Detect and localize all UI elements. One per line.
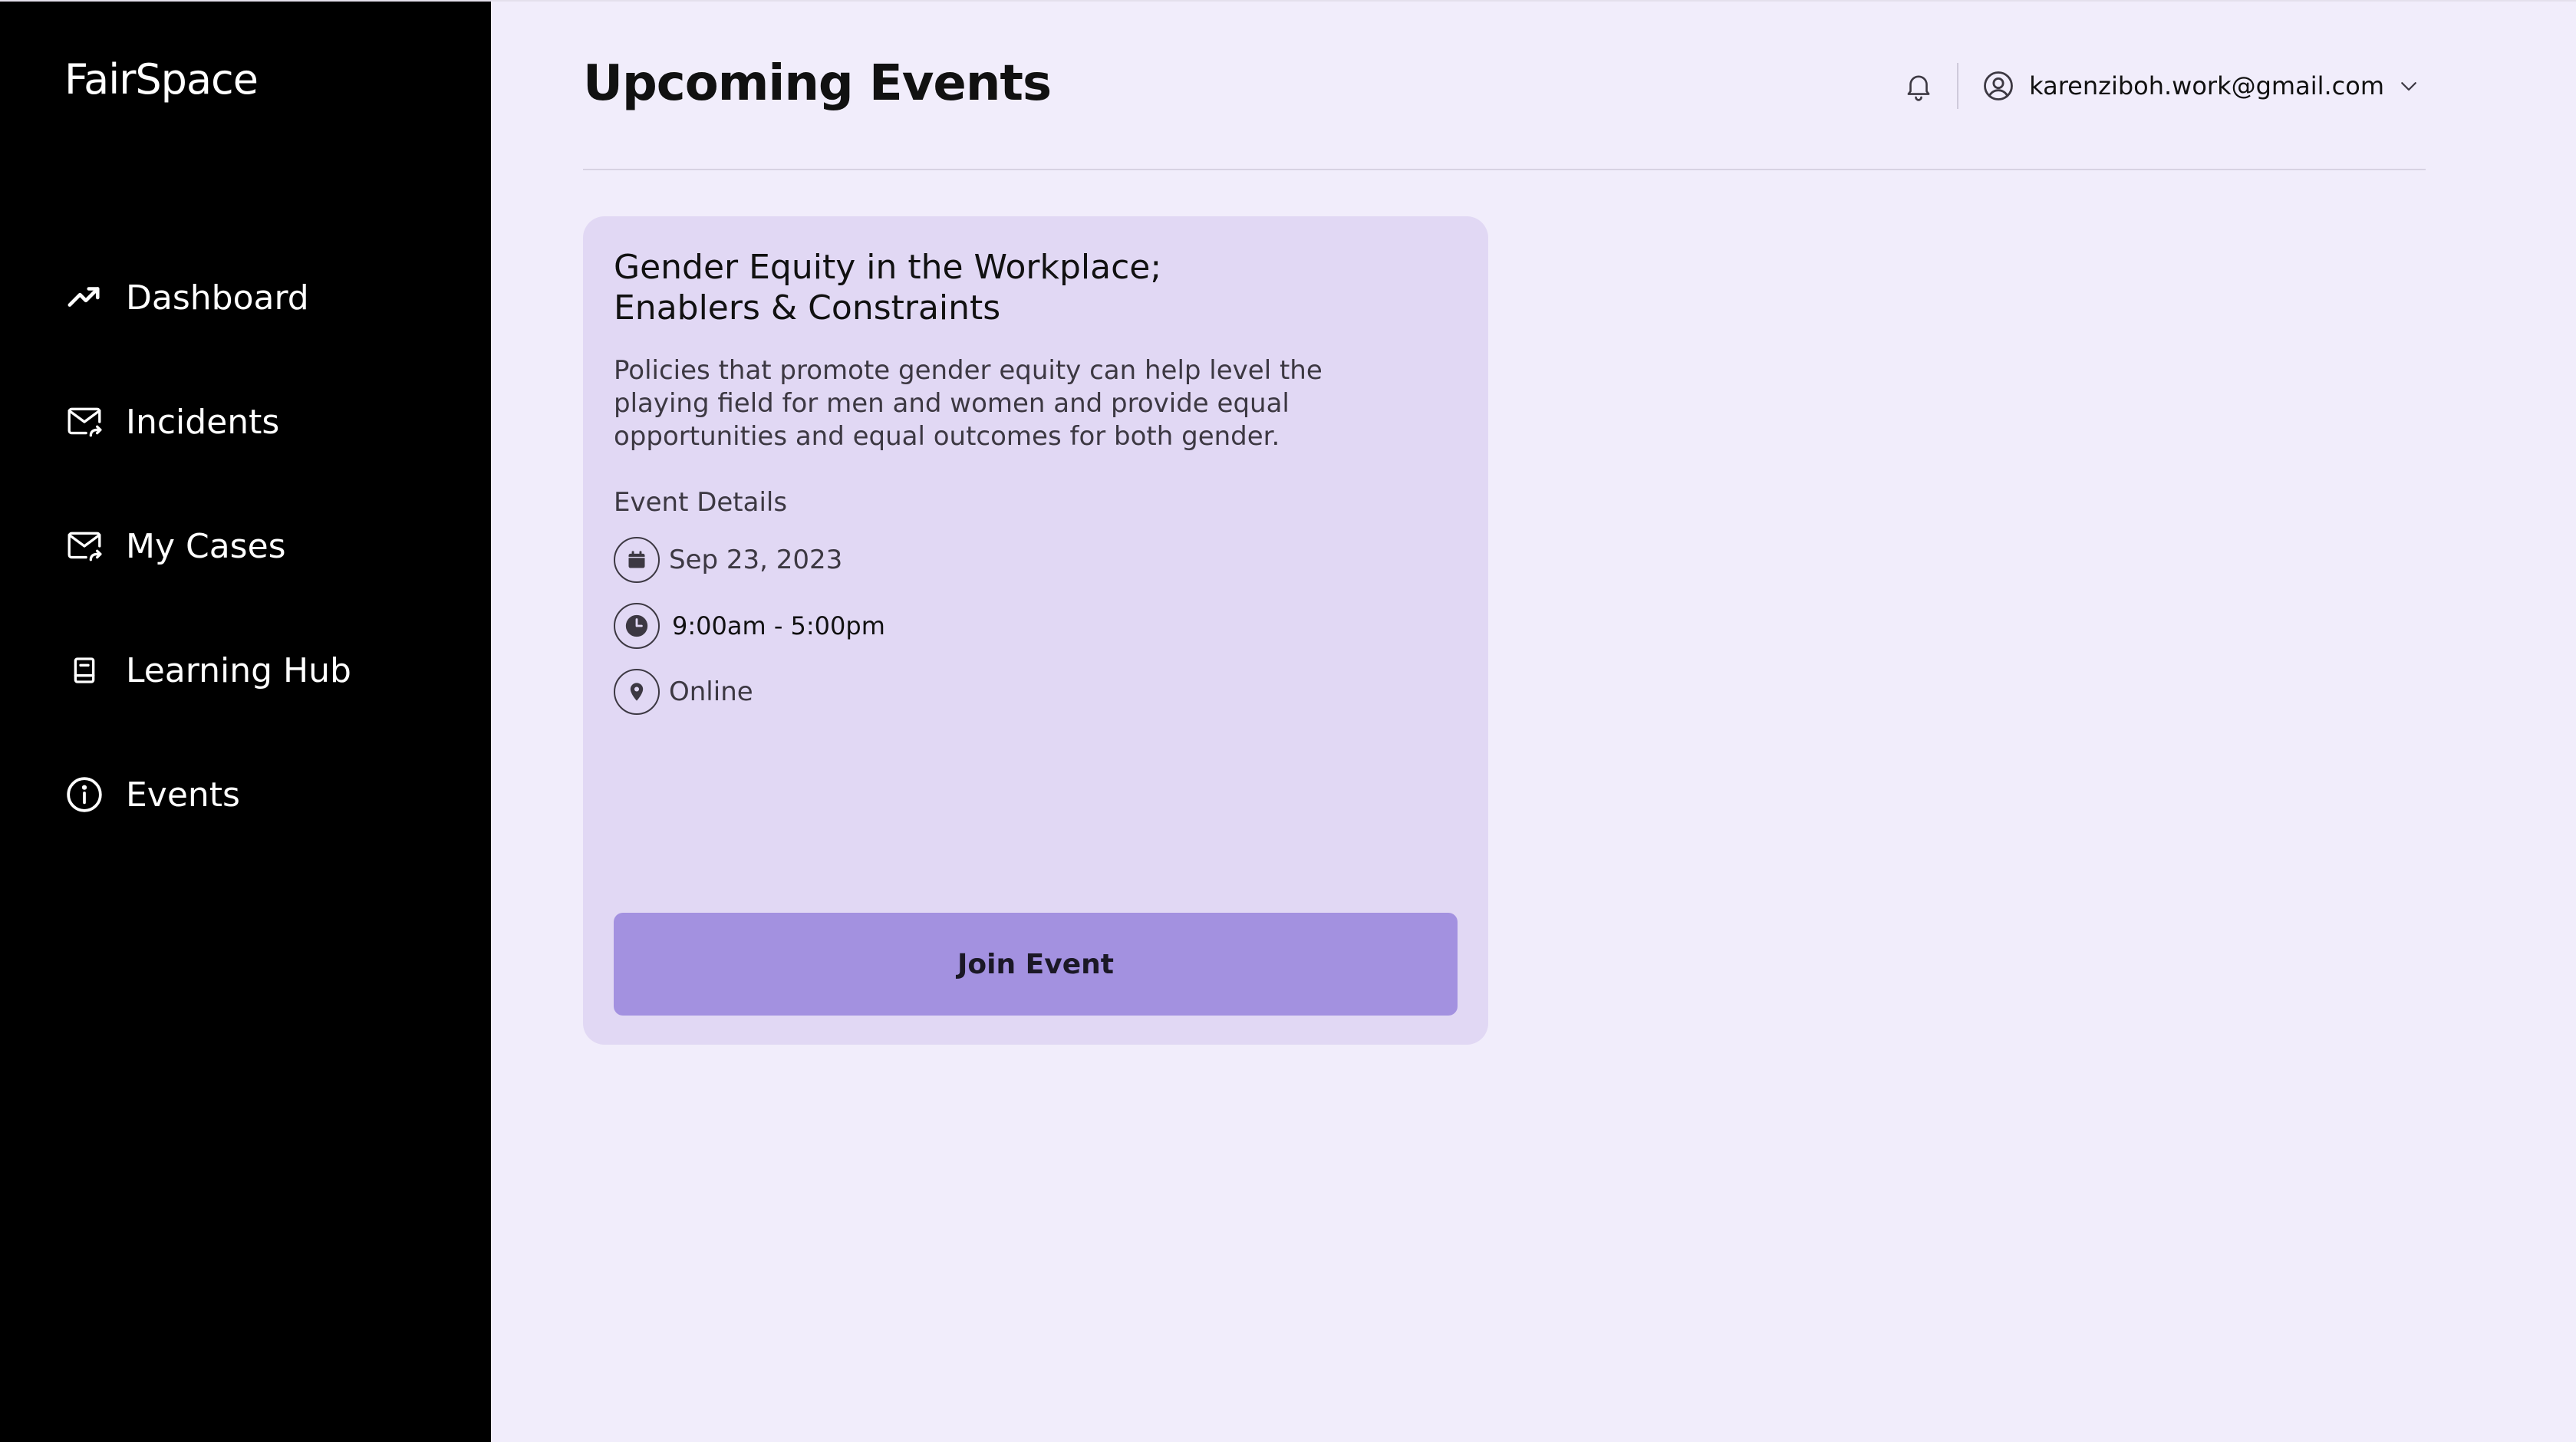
header-divider [1957,63,1959,109]
clock-icon [614,603,660,649]
sidebar-item-dashboard[interactable]: Dashboard [64,275,463,321]
sidebar-item-events[interactable]: Events [64,772,463,818]
sidebar-item-label: Dashboard [126,278,309,318]
event-date-row: Sep 23, 2023 [614,535,1458,585]
user-menu[interactable]: karenziboh.work@gmail.com [1981,69,2423,103]
header-actions: karenziboh.work@gmail.com [1896,61,2423,110]
sidebar-item-label: My Cases [126,526,286,566]
sidebar-item-label: Incidents [126,402,280,442]
brand-logo[interactable]: FairSpace [64,55,259,104]
event-card: Gender Equity in the Workplace; Enablers… [583,216,1488,1045]
mail-forward-icon [64,402,104,442]
user-email: karenziboh.work@gmail.com [2029,71,2384,100]
page-title: Upcoming Events [583,55,1052,112]
sidebar-nav: Dashboard Incidents My Cases Learning Hu… [64,275,463,818]
join-event-button[interactable]: Join Event [614,913,1458,1016]
user-circle-icon [1981,69,2015,103]
sidebar-item-incidents[interactable]: Incidents [64,399,463,445]
sidebar-item-learning-hub[interactable]: Learning Hub [64,647,463,693]
bell-icon[interactable] [1896,63,1942,109]
sidebar: FairSpace Dashboard Incidents My Cases L… [0,2,491,1442]
book-icon [64,650,104,690]
event-location-row: Online [614,667,1458,717]
map-pin-icon [614,669,660,715]
app-window: FairSpace Dashboard Incidents My Cases L… [0,2,2576,1442]
event-time-row: 9:00am - 5:00pm [614,601,1458,651]
trending-up-icon [64,278,104,318]
event-date: Sep 23, 2023 [669,545,843,575]
event-time: 9:00am - 5:00pm [672,611,885,640]
mail-forward-icon [64,526,104,566]
info-circle-icon [64,775,104,815]
calendar-icon [614,537,660,583]
event-location: Online [669,677,753,707]
header-divider-line [583,169,2426,170]
sidebar-item-my-cases[interactable]: My Cases [64,523,463,569]
event-description: Policies that promote gender equity can … [614,355,1323,452]
event-title: Gender Equity in the Workplace; Enablers… [614,248,1162,328]
sidebar-item-label: Events [126,775,240,815]
chevron-down-icon[interactable] [2395,72,2423,100]
main-content: Upcoming Events karenziboh.work@gmail.co… [491,2,2576,1442]
event-details-heading: Event Details [614,487,788,518]
sidebar-item-label: Learning Hub [126,650,351,690]
